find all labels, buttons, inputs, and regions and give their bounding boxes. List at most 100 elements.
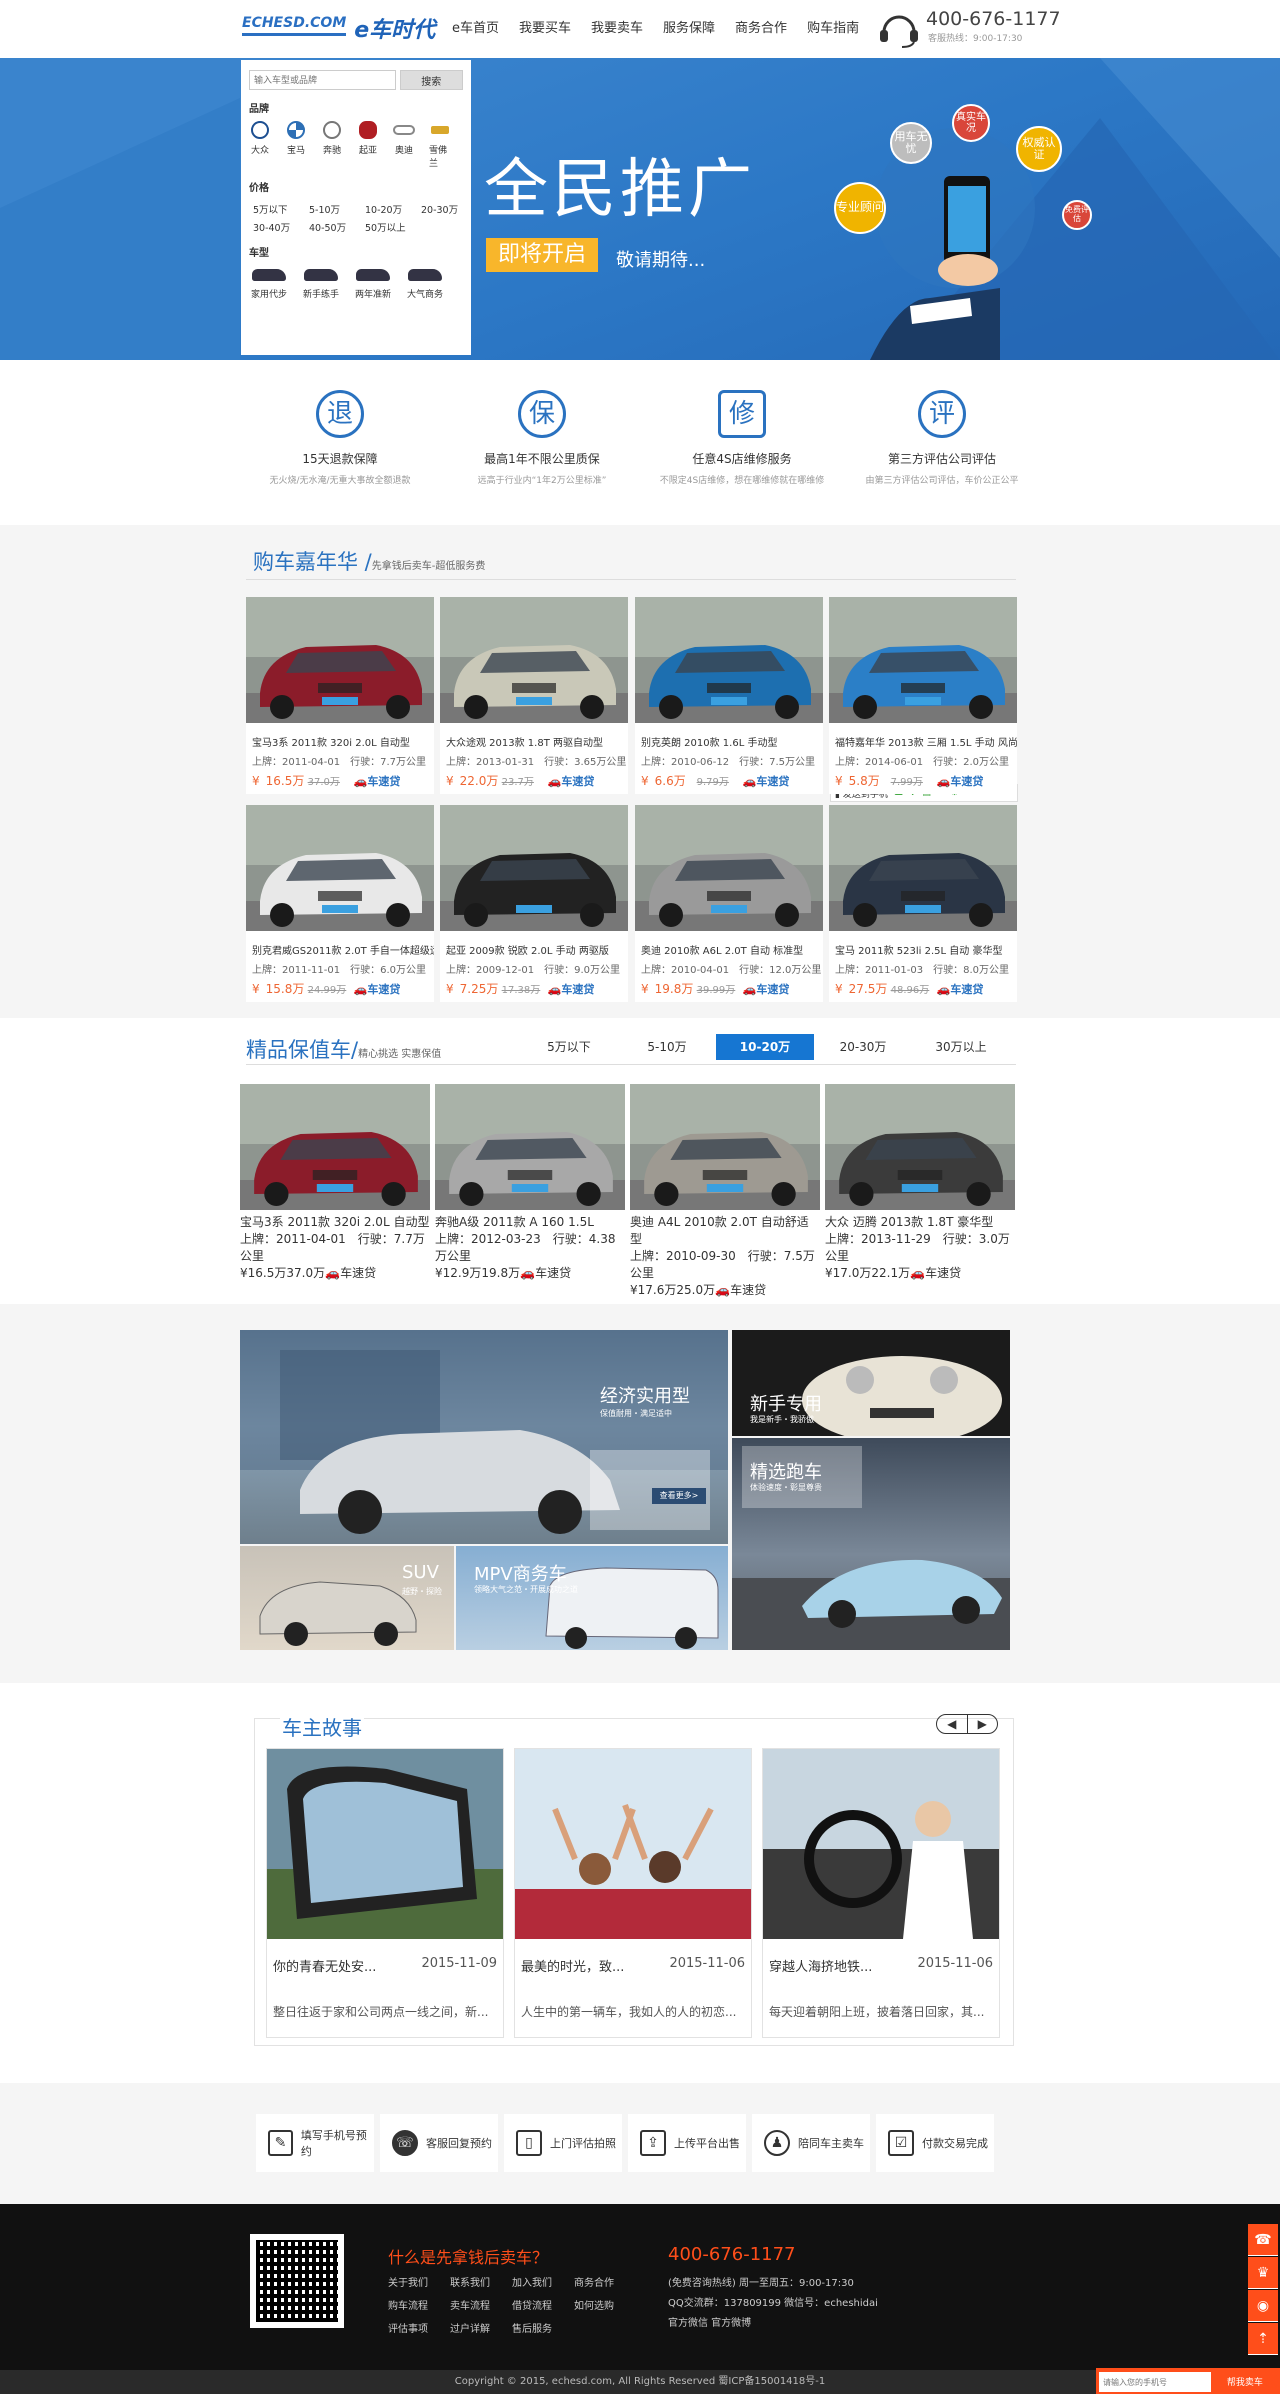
side-weibo-icon[interactable]: ◉	[1248, 2290, 1278, 2322]
site-footer: 什么是先拿钱后卖车？ 关于我们 联系我们 加入我们 商务合作 购车流程 卖车流程…	[0, 2204, 1280, 2370]
price-option[interactable]: 50万以上	[365, 220, 421, 234]
side-qq-icon[interactable]: ♛	[1248, 2257, 1278, 2289]
bmw-logo-icon	[287, 121, 305, 139]
brand-vw[interactable]: 大众	[249, 121, 271, 169]
footer-link[interactable]: 购车流程	[388, 2297, 450, 2312]
footer-link[interactable]: 评估事项	[388, 2320, 450, 2335]
tab-5-10[interactable]: 5-10万	[618, 1034, 716, 1060]
type-nearly-new[interactable]: 两年准新	[353, 269, 393, 300]
footer-link[interactable]: 商务合作	[574, 2274, 636, 2289]
nav-home[interactable]: e车首页	[452, 17, 499, 36]
car-card[interactable]: 别克君威GS2011款 2.0T 手自一体超级运动版上牌：2011-11-01 …	[246, 805, 434, 1002]
car-card[interactable]: 奥迪 2010款 A6L 2.0T 自动 标准型 上牌：2010-04-01 行驶…	[635, 805, 823, 1002]
loan-button[interactable]: 🚗车速贷	[520, 1266, 571, 1280]
loan-button[interactable]: 🚗车速贷	[743, 773, 790, 789]
car-photo	[435, 1084, 625, 1210]
loan-button[interactable]: 🚗车速贷	[937, 981, 984, 997]
type-family[interactable]: 家用代步	[249, 269, 289, 300]
price-option[interactable]: 40-50万	[309, 220, 365, 234]
sell-car-button[interactable]: 帮我卖车	[1214, 2371, 1275, 2391]
car-price: 16.5万	[247, 1266, 287, 1280]
sedan-icon	[252, 269, 286, 281]
story-card[interactable]: 你的青春无处安... 2015-11-09 整日往返于家和公司两点一线之间，新..…	[266, 1748, 504, 2038]
nav-buy[interactable]: 我要买车	[519, 17, 571, 36]
car-card[interactable]: 起亚 2009款 锐欧 2.0L 手动 两驱版 上牌：2009-12-01 行驶：…	[440, 805, 628, 1002]
prev-arrow-icon[interactable]: ◀	[937, 1715, 968, 1733]
brand-kia[interactable]: 起亚	[357, 121, 379, 169]
car-card[interactable]: 宝马3系 2011款 320i 2.0L 自动型 上牌：2011-04-01 行驶…	[246, 597, 434, 794]
tab-10-20[interactable]: 10-20万	[716, 1034, 814, 1060]
category-mpv[interactable]: MPV商务车 领略大气之范・开展成功之道	[456, 1546, 728, 1650]
car-card[interactable]: 宝马 2011款 523li 2.5L 自动 豪华型 上牌：2011-01-03 …	[829, 805, 1017, 1002]
brand-audi[interactable]: 奥迪	[393, 121, 415, 169]
vw-logo-icon	[251, 121, 269, 139]
footer-link[interactable]: 借贷流程	[512, 2297, 574, 2312]
price-option[interactable]: 20-30万	[421, 202, 477, 216]
nav-service[interactable]: 服务保障	[663, 17, 715, 36]
view-more-button[interactable]: 查看更多>	[652, 1488, 706, 1504]
next-arrow-icon[interactable]: ▶	[968, 1715, 998, 1733]
tab-20-30[interactable]: 20-30万	[814, 1034, 912, 1060]
tab-under-5[interactable]: 5万以下	[520, 1034, 618, 1060]
car-card[interactable]: 宝马3系 2011款 320i 2.0L 自动型上牌：2011-04-01 行驶…	[240, 1084, 430, 1280]
car-card[interactable]: 奥迪 A4L 2010款 2.0T 自动舒适型 上牌：2010-09-30 行驶：…	[630, 1084, 820, 1297]
category-economy[interactable]: 经济实用型 保值耐用・满足适中 查看更多>	[240, 1330, 728, 1544]
footer-link[interactable]: 售后服务	[512, 2320, 574, 2335]
story-photo-convertible	[515, 1749, 751, 1939]
story-card[interactable]: 最美的时光，致... 2015-11-06 人生中的第一辆车，我如人的人的初恋..…	[514, 1748, 752, 2038]
footer-link[interactable]: 加入我们	[512, 2274, 574, 2289]
price-tabs: 5万以下 5-10万 10-20万 20-30万 30万以上	[520, 1034, 1010, 1060]
car-card[interactable]: 大众途观 2013款 1.8T 两驱自动型 上牌：2013-01-31 行驶：3.…	[440, 597, 628, 794]
story-card[interactable]: 穿越人海挤地铁... 2015-11-06 每天迎着朝阳上班，披着落日回家，其..…	[762, 1748, 1000, 2038]
car-meta: 上牌：2011-04-01 行驶：7.7万公里	[240, 1232, 425, 1263]
banner-button[interactable]: 即将开启	[486, 238, 598, 272]
footer-link[interactable]: 卖车流程	[450, 2297, 512, 2312]
back-to-top-icon[interactable]: ⇡	[1248, 2323, 1278, 2355]
brand-benz[interactable]: 奔驰	[321, 121, 343, 169]
footer-link[interactable]: 如何选购	[574, 2297, 636, 2312]
car-card[interactable]: 福特嘉年华 2013款 三厢 1.5L 手动 风尚型 上牌：2014-06-01 …	[829, 597, 1017, 794]
site-logo[interactable]: ECHESD.COM e车时代	[242, 12, 435, 44]
bubble-free-estimate: 免费评估	[1062, 200, 1092, 230]
category-sport[interactable]: 精选跑车 体验速度・彰显尊贵	[732, 1438, 1010, 1650]
loan-button[interactable]: 🚗车速贷	[937, 773, 984, 789]
loan-button[interactable]: 🚗车速贷	[548, 981, 595, 997]
loan-button[interactable]: 🚗车速贷	[548, 773, 595, 789]
phone-input[interactable]	[1099, 2372, 1211, 2392]
price-option[interactable]: 30-40万	[253, 220, 309, 234]
loan-button[interactable]: 🚗车速贷	[715, 1283, 766, 1297]
category-suv[interactable]: SUV 越野・探险	[240, 1546, 454, 1650]
side-phone-icon[interactable]: ☎	[1248, 2224, 1278, 2256]
category-beginner[interactable]: 新手专用 我是新手・我骄傲	[732, 1330, 1010, 1436]
tab-over-30[interactable]: 30万以上	[912, 1034, 1010, 1060]
brand-bmw[interactable]: 宝马	[285, 121, 307, 169]
search-input[interactable]	[249, 70, 396, 90]
loan-button[interactable]: 🚗车速贷	[354, 773, 401, 789]
nav-guide[interactable]: 购车指南	[807, 17, 859, 36]
price-option[interactable]: 5-10万	[309, 202, 365, 216]
price-option[interactable]: 10-20万	[365, 202, 421, 216]
car-card[interactable]: 奔驰A级 2011款 A 160 1.5L 上牌：2012-03-23 行驶：4.…	[435, 1084, 625, 1280]
loan-button[interactable]: 🚗车速贷	[325, 1266, 376, 1280]
car-title: 宝马3系 2011款 320i 2.0L 自动型	[240, 1215, 430, 1229]
footer-link[interactable]: 联系我们	[450, 2274, 512, 2289]
footer-link[interactable]: 过户详解	[450, 2320, 512, 2335]
price-option[interactable]: 5万以下	[253, 202, 309, 216]
car-card[interactable]: 大众 迈腾 2013款 1.8T 豪华型 上牌：2013-11-29 行驶：3.0…	[825, 1084, 1015, 1280]
nav-business[interactable]: 商务合作	[735, 17, 787, 36]
type-beginner[interactable]: 新手练手	[301, 269, 341, 300]
loan-button[interactable]: 🚗车速贷	[354, 981, 401, 997]
footer-link[interactable]: 关于我们	[388, 2274, 450, 2289]
car-price-row: ¥27.5万 48.96万 🚗车速贷	[835, 980, 1017, 997]
car-card[interactable]: 别克英朗 2010款 1.6L 手动型 上牌：2010-06-12 行驶：7.5万…	[635, 597, 823, 794]
brand-chevrolet[interactable]: 雪佛兰	[429, 121, 451, 169]
car-price: 5.8万	[848, 774, 880, 788]
footer-phone: 400-676-1177	[668, 2244, 796, 2265]
car-price: 6.6万	[654, 774, 686, 788]
search-button[interactable]: 搜索	[399, 70, 463, 90]
nav-sell[interactable]: 我要卖车	[591, 17, 643, 36]
loan-button[interactable]: 🚗车速贷	[910, 1266, 961, 1280]
main-nav: e车首页 我要买车 我要卖车 服务保障 商务合作 购车指南	[452, 17, 879, 36]
loan-button[interactable]: 🚗车速贷	[743, 981, 790, 997]
type-business[interactable]: 大气商务	[405, 269, 445, 300]
